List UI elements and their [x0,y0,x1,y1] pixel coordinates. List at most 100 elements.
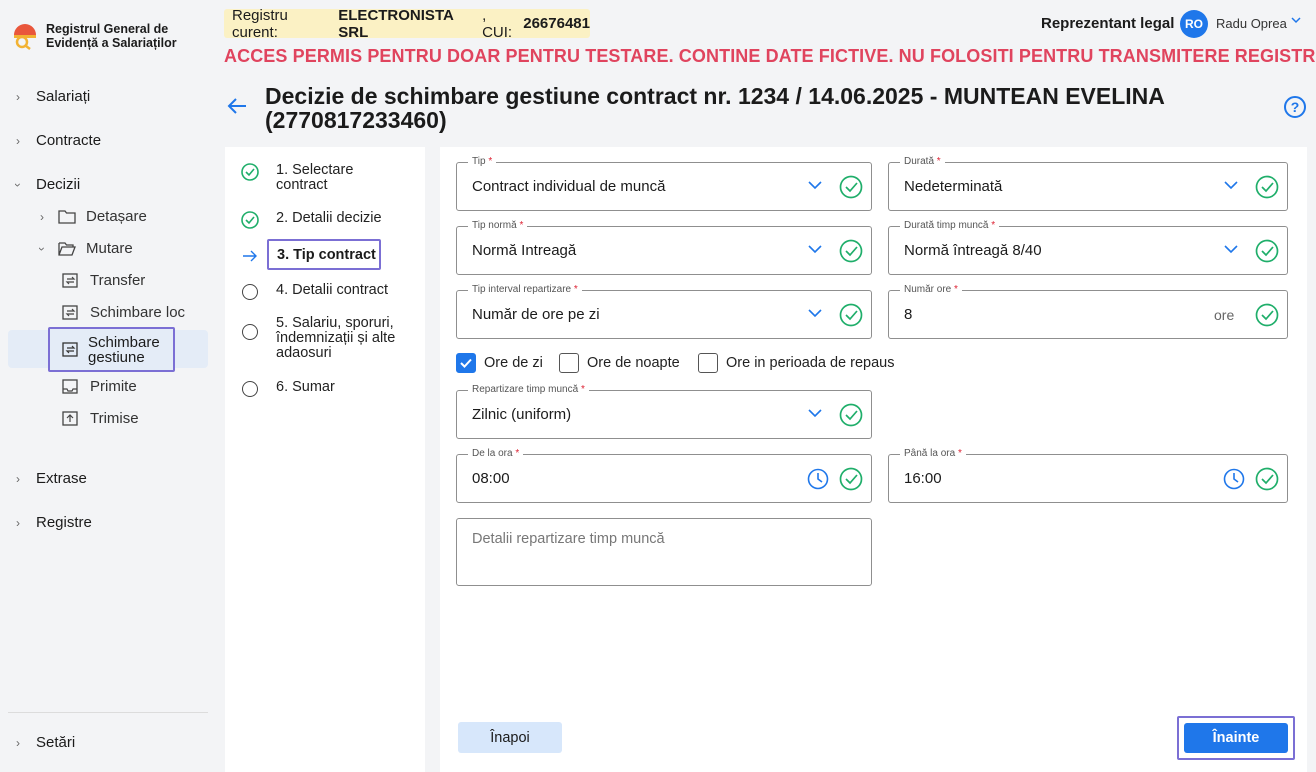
chevron-down-icon: › [11,182,25,187]
tip-norma-select[interactable]: Tip normă * Normă Intreagă [456,220,872,275]
checkbox-label: Ore de noapte [587,355,680,371]
registry-prefix: Registru curent: [232,6,288,41]
logo-line-1: Registrul General de [46,22,169,36]
chevron-down-icon[interactable] [1223,241,1239,257]
back-arrow-icon[interactable] [226,96,248,116]
inbox-icon [62,379,78,394]
tip-select[interactable]: Tip * Contract individual de muncă [456,156,872,211]
sidebar-item-registre[interactable]: › Registre [10,514,92,531]
chevron-down-icon[interactable] [1223,177,1239,193]
sidebar-item-label: Trimise [90,410,139,427]
field-value: 08:00 [472,470,510,487]
step-circle-icon [241,380,259,398]
chevron-down-icon[interactable] [807,177,823,193]
test-warning-banner: ACCES PERMIS PENTRU DOAR PENTRU TESTARE.… [224,46,1316,66]
de-la-ora-input[interactable]: De la ora * 08:00 [456,448,872,503]
app-logo[interactable]: Registrul General de Evidență a Salariaț… [12,22,177,50]
detalii-repartizare-textarea[interactable]: Detalii repartizare timp muncă [456,518,872,586]
sidebar-item-extrase[interactable]: › Extrase [10,470,87,487]
sidebar-item-label: Registre [36,514,92,531]
clock-icon[interactable] [807,468,829,490]
ore-de-noapte-checkbox[interactable]: Ore de noapte [559,353,680,373]
check-circle-icon [241,163,259,181]
field-label: Tip * [468,156,497,168]
chevron-down-icon[interactable] [807,305,823,321]
field-value: Normă Intreagă [472,242,577,259]
check-circle-icon [1255,175,1279,199]
sidebar-item-label: Setări [36,734,76,751]
sidebar-item-setari[interactable]: › Setări [10,734,75,751]
sidebar-item-label: Transfer [90,272,146,289]
sidebar-divider [8,712,208,713]
check-circle-icon [839,175,863,199]
ore-de-zi-checkbox[interactable]: Ore de zi [456,353,543,373]
sidebar-item-detasare[interactable]: › Detașare [34,208,147,225]
cui-prefix: , CUI: [482,6,513,41]
ore-repaus-checkbox[interactable]: Ore in perioada de repaus [698,353,894,373]
field-value: Număr de ore pe zi [472,306,600,323]
check-circle-icon [839,467,863,491]
check-circle-icon [839,239,863,263]
sidebar-item-label: Schimbare loc [90,304,186,321]
clock-icon[interactable] [1223,468,1245,490]
folder-open-icon [58,242,76,256]
field-value: 8 [904,306,913,323]
chevron-down-icon[interactable] [807,241,823,257]
durata-timp-munca-select[interactable]: Durată timp muncă * Normă întreagă 8/40 [888,220,1288,275]
checkbox-checked-icon [456,353,476,373]
pana-la-ora-input[interactable]: Până la ora * 16:00 [888,448,1288,503]
textarea-placeholder: Detalii repartizare timp muncă [472,531,665,547]
field-label: Durată timp muncă * [900,220,1000,232]
sidebar-item-contracte[interactable]: › Contracte [10,132,101,149]
user-name[interactable]: Radu Oprea [1216,16,1287,31]
help-icon[interactable]: ? [1284,96,1306,118]
field-label: Tip normă * [468,220,528,232]
sidebar-item-schimbare-gestiune[interactable]: Schimbare gestiune [48,327,175,372]
avatar[interactable]: RO [1180,10,1208,38]
sidebar-item-salariati[interactable]: › Salariați [10,88,90,105]
page-title: Decizie de schimbare gestiune contract n… [265,83,1165,133]
durata-select[interactable]: Durată * Nedeterminată [888,156,1288,211]
transfer-icon [62,273,78,288]
current-registry-banner: Registru curent: ELECTRONISTA SRL, CUI: … [224,6,590,41]
field-value: 16:00 [904,470,942,487]
sidebar-item-decizii[interactable]: › Decizii [10,176,80,193]
folder-icon [58,210,76,224]
back-button[interactable]: Înapoi [458,722,562,753]
checkbox-label: Ore de zi [484,355,543,371]
check-circle-icon [1255,303,1279,327]
transfer-icon [62,342,78,357]
sidebar-item-mutare[interactable]: › Mutare [34,240,133,257]
check-circle-icon [839,403,863,427]
sidebar-item-transfer[interactable]: Transfer [62,272,145,289]
sidebar-item-schimbare-loc[interactable]: Schimbare loc [62,304,185,321]
sidebar-item-primite[interactable]: Primite [62,378,137,395]
step-detalii-decizie[interactable]: 2. Detalii decizie [241,211,382,229]
step-tip-contract[interactable]: 3. Tip contract [267,239,381,270]
check-circle-icon [1255,239,1279,263]
tip-interval-select[interactable]: Tip interval repartizare * Număr de ore … [456,284,872,339]
step-sumar[interactable]: 6. Sumar [241,380,335,398]
step-detalii-contract[interactable]: 4. Detalii contract [241,283,388,301]
step-selectare-contract[interactable]: 1. Selectare contract [241,163,386,193]
chevron-right-icon: › [16,471,20,486]
next-button[interactable]: Înainte [1184,723,1288,753]
step-salariu[interactable]: 5. Salariu, sporuri, îndemnizații și alt… [241,316,406,361]
chevron-down-icon[interactable] [1290,13,1302,29]
numar-ore-input[interactable]: Număr ore * 8 ore [888,284,1288,339]
sidebar-item-trimise[interactable]: Trimise [62,410,139,427]
transfer-icon [62,305,78,320]
sidebar-item-label: Schimbare gestiune [88,335,160,365]
step-label: 4. Detalii contract [276,282,389,298]
outbox-icon [62,411,78,426]
repartizare-timp-select[interactable]: Repartizare timp muncă * Zilnic (uniform… [456,384,872,439]
checkbox-label: Ore in perioada de repaus [726,355,895,371]
field-label: Durată * [900,156,945,168]
field-value: Nedeterminată [904,178,1003,195]
step-circle-icon [241,283,259,301]
checkbox-unchecked-icon [559,353,579,373]
sidebar-item-label: Contracte [36,132,102,149]
chevron-down-icon[interactable] [807,405,823,421]
label-line-2: gestiune [88,348,145,366]
step-label: 5. Salariu, sporuri, îndemnizații și alt… [276,315,396,361]
